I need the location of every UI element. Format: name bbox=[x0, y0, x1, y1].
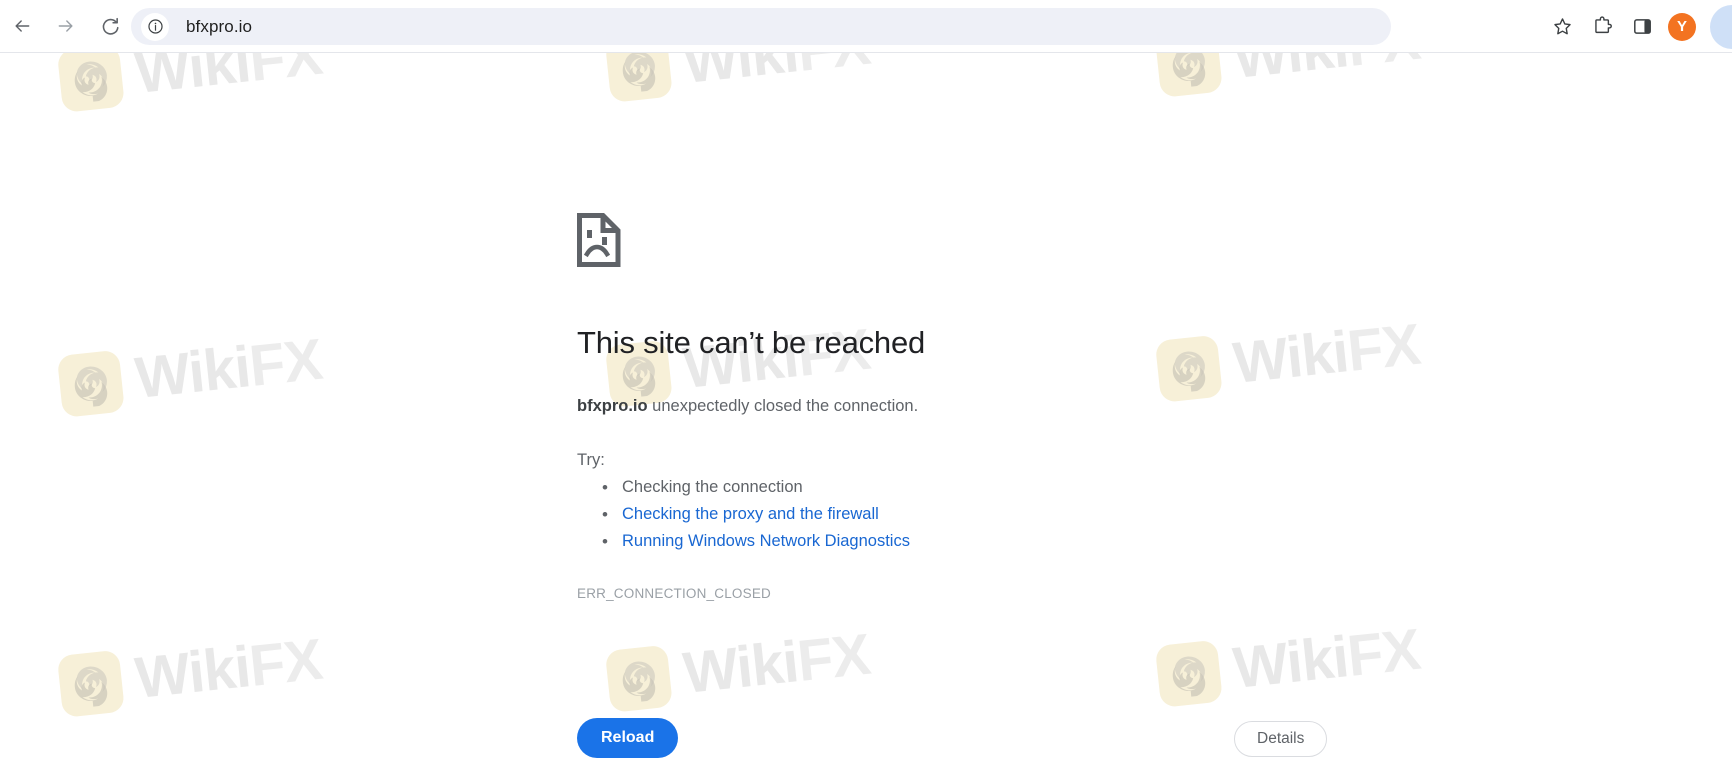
list-item-network-diagnostics-link[interactable]: Running Windows Network Diagnostics bbox=[602, 528, 1327, 556]
suggestion-list: Checking the connection Checking the pro… bbox=[577, 474, 1327, 557]
list-item: Checking the connection bbox=[602, 474, 1327, 502]
profile-avatar[interactable]: Y bbox=[1668, 12, 1696, 41]
details-button[interactable]: Details bbox=[1234, 721, 1328, 757]
browser-toolbar: bfxpro.io Y bbox=[0, 0, 1732, 53]
toolbar-nav-group bbox=[0, 7, 129, 45]
try-label: Try: bbox=[577, 450, 605, 469]
reload-button[interactable]: Reload bbox=[577, 718, 679, 758]
error-page: This site can’t be reached bfxpro.io une… bbox=[0, 53, 1732, 761]
page-title: This site can’t be reached bbox=[577, 325, 926, 360]
error-button-row: Reload Details bbox=[577, 718, 1328, 761]
star-icon bbox=[1553, 18, 1571, 35]
browser-window: bfxpro.io Y WikiFX Wiki WikiFX WikiFX Wi… bbox=[0, 0, 1732, 761]
puzzle-piece-icon bbox=[1594, 16, 1612, 34]
reload-button[interactable] bbox=[91, 7, 129, 45]
arrow-right-icon bbox=[58, 20, 73, 32]
reload-icon bbox=[102, 17, 119, 35]
side-panel-button[interactable] bbox=[1622, 7, 1662, 47]
sad-page-icon bbox=[577, 213, 1327, 272]
error-subtitle: bfxpro.io unexpectedly closed the connec… bbox=[577, 394, 1327, 420]
back-button[interactable] bbox=[3, 7, 41, 45]
error-code: ERR_CONNECTION_CLOSED bbox=[577, 586, 771, 602]
browser-menu-button[interactable] bbox=[1710, 4, 1732, 49]
bookmark-button[interactable] bbox=[1542, 7, 1582, 47]
info-circle-icon bbox=[147, 19, 163, 34]
address-bar-url: bfxpro.io bbox=[186, 16, 253, 36]
address-bar[interactable]: bfxpro.io bbox=[131, 8, 1391, 45]
extensions-button[interactable] bbox=[1582, 7, 1622, 47]
error-domain: bfxpro.io bbox=[577, 397, 648, 416]
arrow-left-icon bbox=[15, 20, 30, 32]
error-subtitle-rest: unexpectedly closed the connection. bbox=[647, 397, 919, 416]
toolbar-actions-group: Y bbox=[1542, 0, 1732, 53]
error-content: This site can’t be reached bfxpro.io une… bbox=[577, 213, 1327, 601]
forward-button[interactable] bbox=[47, 7, 85, 45]
sad-document-icon bbox=[577, 213, 621, 267]
side-panel-icon bbox=[1633, 19, 1651, 34]
list-item-proxy-firewall-link[interactable]: Checking the proxy and the firewall bbox=[602, 501, 1327, 529]
site-info-button[interactable] bbox=[141, 12, 169, 41]
